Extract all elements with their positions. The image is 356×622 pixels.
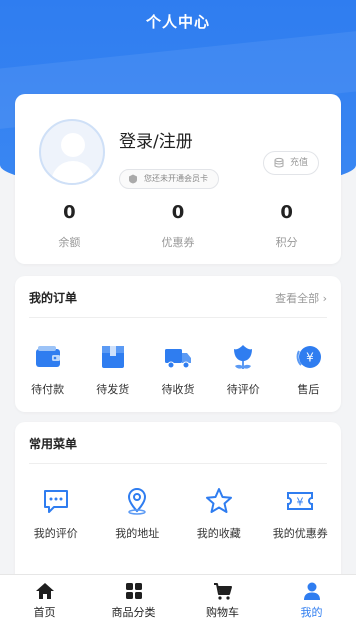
tab-home[interactable]: 首页 <box>0 575 89 622</box>
stat-value: 0 <box>171 202 185 223</box>
chevron-right-icon: › <box>322 292 327 305</box>
tab-label: 首页 <box>33 606 56 619</box>
recharge-label: 充值 <box>289 158 308 168</box>
menu-my-reviews[interactable]: 我的评价 <box>15 486 97 541</box>
recharge-button[interactable]: 充值 <box>262 151 319 175</box>
orders-header: 我的订单 查看全部 › <box>29 276 327 318</box>
order-pending-receipt[interactable]: 待收货 <box>145 342 210 397</box>
avatar[interactable] <box>39 119 105 185</box>
tab-category[interactable]: 商品分类 <box>89 575 178 622</box>
yuan-refund-icon: ¥ <box>297 346 322 368</box>
menu-my-favorites[interactable]: 我的收藏 <box>178 486 260 541</box>
menu-item-label: 我的评价 <box>33 527 78 540</box>
tab-profile[interactable]: 我的 <box>267 575 356 622</box>
login-register-link[interactable]: 登录/注册 <box>119 127 193 152</box>
stat-label: 优惠券 <box>161 236 195 249</box>
page-title: 个人中心 <box>145 13 210 31</box>
menu-item-label: 我的优惠券 <box>272 527 328 540</box>
order-status-label: 售后 <box>297 383 320 396</box>
orders-card: 我的订单 查看全部 › 待付款 待发货 待收货 待评价 ¥ 售后 <box>15 276 341 412</box>
bottom-tab-bar: 首页 商品分类 购物车 我的 <box>0 574 356 622</box>
view-all-label: 查看全部 <box>275 292 320 305</box>
tab-label: 我的 <box>300 606 323 619</box>
wallet-icon <box>35 346 60 367</box>
menu-my-coupons[interactable]: ¥ 我的优惠券 <box>260 486 342 541</box>
menu-my-address[interactable]: 我的地址 <box>97 486 179 541</box>
member-status-text: 您还未开通会员卡 <box>144 174 208 183</box>
tab-cart[interactable]: 购物车 <box>178 575 267 622</box>
tab-label: 商品分类 <box>111 606 156 619</box>
comment-icon <box>43 490 68 513</box>
member-card-badge[interactable]: 您还未开通会员卡 <box>119 169 219 189</box>
order-after-sales[interactable]: ¥ 售后 <box>276 342 341 397</box>
stat-points[interactable]: 0 积分 <box>232 202 341 250</box>
location-icon <box>128 487 147 515</box>
order-status-label: 待评价 <box>226 383 260 396</box>
stat-value: 0 <box>280 202 293 223</box>
home-icon <box>35 583 54 599</box>
star-icon <box>205 488 232 513</box>
cart-icon <box>213 583 232 600</box>
orders-title: 我的订单 <box>29 291 78 305</box>
view-all-orders-link[interactable]: 查看全部 › <box>275 290 327 306</box>
stat-balance[interactable]: 0 余额 <box>15 202 124 250</box>
menu-title: 常用菜单 <box>29 437 78 451</box>
menu-header: 常用菜单 <box>29 422 327 464</box>
stat-value: 0 <box>63 202 76 223</box>
profile-card: 登录/注册 您还未开通会员卡 充值 0 余额 0 优惠券 0 积分 <box>15 94 341 264</box>
category-icon <box>125 583 142 599</box>
flower-icon <box>234 345 253 369</box>
menu-item-label: 我的收藏 <box>196 527 241 540</box>
order-pending-payment[interactable]: 待付款 <box>15 342 80 397</box>
stats-row: 0 余额 0 优惠券 0 积分 <box>15 202 341 250</box>
menu-row: 我的评价 我的地址 我的收藏 ¥ 我的优惠券 <box>15 486 341 541</box>
member-icon <box>129 174 137 184</box>
order-status-label: 待发货 <box>96 383 130 396</box>
order-status-label: 待付款 <box>31 383 65 396</box>
stat-label: 余额 <box>58 236 81 249</box>
stat-label: 积分 <box>275 236 298 249</box>
package-icon <box>101 346 124 368</box>
common-menu-card: 常用菜单 我的评价 我的地址 我的收藏 ¥ 我的优惠券 <box>15 422 341 592</box>
svg-text:¥: ¥ <box>297 496 304 509</box>
order-status-label: 待收货 <box>161 383 195 396</box>
user-icon <box>303 582 320 600</box>
order-status-row: 待付款 待发货 待收货 待评价 ¥ 售后 <box>15 342 341 397</box>
order-pending-shipment[interactable]: 待发货 <box>80 342 145 397</box>
truck-icon <box>165 349 191 369</box>
coin-stack-icon <box>274 157 284 168</box>
tab-label: 购物车 <box>206 606 239 619</box>
order-pending-review[interactable]: 待评价 <box>211 342 276 397</box>
coupon-icon: ¥ <box>287 492 314 510</box>
svg-text:¥: ¥ <box>307 351 315 365</box>
stat-coupons[interactable]: 0 优惠券 <box>124 202 233 250</box>
menu-item-label: 我的地址 <box>115 527 160 540</box>
